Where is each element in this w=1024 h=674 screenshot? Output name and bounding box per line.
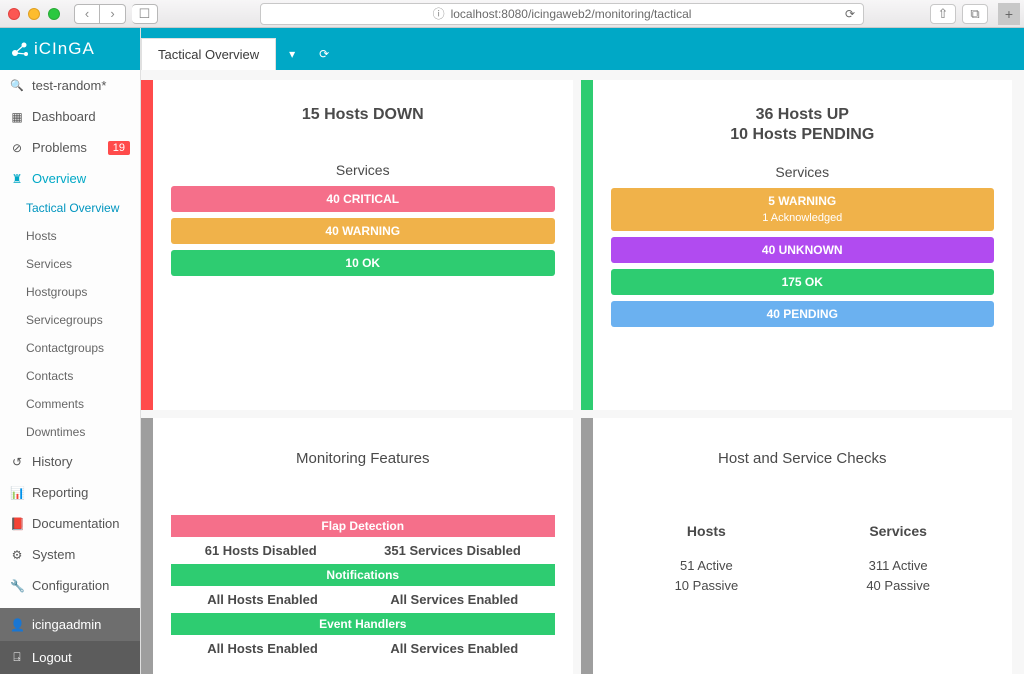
tab-dropdown[interactable]: ▾ xyxy=(276,38,308,70)
checks-services-col: Services 311 Active 40 Passive xyxy=(866,521,930,595)
book-icon: 📕 xyxy=(10,517,24,531)
hosts-down-title[interactable]: 15 Hosts DOWN xyxy=(171,106,555,124)
checks-hosts-col: Hosts 51 Active 10 Passive xyxy=(675,521,739,595)
problems-badge: 19 xyxy=(108,141,130,155)
address-bar[interactable]: ⓘ localhost:8080/icingaweb2/monitoring/t… xyxy=(260,3,864,25)
nav-documentation[interactable]: 📕 Documentation xyxy=(0,508,140,539)
info-icon: ⓘ xyxy=(433,5,445,22)
maximize-window[interactable] xyxy=(48,8,60,20)
url-text: localhost:8080/icingaweb2/monitoring/tac… xyxy=(451,7,692,21)
minimize-window[interactable] xyxy=(28,8,40,20)
close-window[interactable] xyxy=(8,8,20,20)
tab-tactical-overview[interactable]: Tactical Overview xyxy=(141,38,276,70)
services-warning-ack[interactable]: 5 WARNING 1 Acknowledged xyxy=(611,188,995,231)
flap-services[interactable]: 351 Services Disabled xyxy=(384,543,521,558)
subnav-contactgroups[interactable]: Contactgroups xyxy=(0,334,140,362)
nav-history[interactable]: ↺ History xyxy=(0,446,140,477)
block-icon: ⊘ xyxy=(10,141,24,155)
sitemap-icon: ♜ xyxy=(10,172,24,186)
status-edge-gray xyxy=(141,418,153,674)
flap-detection-bar[interactable]: Flap Detection xyxy=(171,515,555,537)
logo-icon xyxy=(10,39,30,59)
panel-monitoring-features: Monitoring Features Flap Detection 61 Ho… xyxy=(141,418,573,674)
tab-refresh[interactable]: ⟳ xyxy=(308,38,340,70)
subnav-hosts[interactable]: Hosts xyxy=(0,222,140,250)
browser-chrome: ‹ › ☐ ⓘ localhost:8080/icingaweb2/monito… xyxy=(0,0,1024,28)
tab-bar: Tactical Overview ▾ ⟳ xyxy=(141,28,1024,70)
nav-problems[interactable]: ⊘ Problems 19 xyxy=(0,132,140,163)
brand-logo[interactable]: iCInGA xyxy=(0,28,140,70)
services-ok-up[interactable]: 175 OK xyxy=(611,269,995,295)
main-area: Tactical Overview ▾ ⟳ 15 Hosts DOWN Serv… xyxy=(141,28,1024,674)
logout-row[interactable]: ⍈ Logout xyxy=(0,641,140,674)
share-button[interactable]: ⇧ xyxy=(930,4,956,24)
tabs-button[interactable]: ⧉ xyxy=(962,4,988,24)
notif-services[interactable]: All Services Enabled xyxy=(390,592,518,607)
services-active[interactable]: 311 Active xyxy=(866,556,930,576)
services-critical[interactable]: 40 CRITICAL xyxy=(171,186,555,212)
wrench-icon: 🔧 xyxy=(10,579,24,593)
subnav-services[interactable]: Services xyxy=(0,250,140,278)
event-handlers-bar[interactable]: Event Handlers xyxy=(171,613,555,635)
subnav-downtimes[interactable]: Downtimes xyxy=(0,418,140,446)
status-edge-gray-2 xyxy=(581,418,593,674)
reload-icon[interactable]: ⟳ xyxy=(845,7,855,21)
services-passive[interactable]: 40 Passive xyxy=(866,576,930,596)
status-edge-up xyxy=(581,80,593,410)
notif-hosts[interactable]: All Hosts Enabled xyxy=(207,592,318,607)
logout-icon: ⍈ xyxy=(10,650,24,665)
subnav-hostgroups[interactable]: Hostgroups xyxy=(0,278,140,306)
services-heading-up: Services xyxy=(611,164,995,180)
panel-hosts-down: 15 Hosts DOWN Services 40 CRITICAL 40 WA… xyxy=(141,80,573,410)
monitoring-features-title: Monitoring Features xyxy=(171,450,555,467)
evh-services[interactable]: All Services Enabled xyxy=(390,641,518,656)
search-row[interactable]: 🔍 test-random* xyxy=(0,70,140,101)
chart-icon: 📊 xyxy=(10,486,24,500)
search-text: test-random* xyxy=(32,78,106,93)
panel-host-service-checks: Host and Service Checks Hosts 51 Active … xyxy=(581,418,1013,674)
services-pending[interactable]: 40 PENDING xyxy=(611,301,995,327)
subnav-contacts[interactable]: Contacts xyxy=(0,362,140,390)
user-icon: 👤 xyxy=(10,618,24,632)
nav-system[interactable]: ⚙ System xyxy=(0,539,140,570)
hosts-active[interactable]: 51 Active xyxy=(675,556,739,576)
flap-hosts[interactable]: 61 Hosts Disabled xyxy=(205,543,317,558)
forward-button[interactable]: › xyxy=(100,4,126,24)
history-icon: ↺ xyxy=(10,455,24,469)
new-tab-button[interactable]: + xyxy=(998,3,1020,25)
subnav-comments[interactable]: Comments xyxy=(0,390,140,418)
sidebar-toggle[interactable]: ☐ xyxy=(132,4,158,24)
subnav-tactical-overview[interactable]: Tactical Overview xyxy=(0,194,140,222)
window-controls xyxy=(8,8,60,20)
back-button[interactable]: ‹ xyxy=(74,4,100,24)
hosts-up-title[interactable]: 36 Hosts UP xyxy=(611,106,995,124)
services-unknown[interactable]: 40 UNKNOWN xyxy=(611,237,995,263)
nav-configuration[interactable]: 🔧 Configuration xyxy=(0,570,140,601)
notifications-bar[interactable]: Notifications xyxy=(171,564,555,586)
search-icon: 🔍 xyxy=(10,79,24,92)
hosts-pending-title[interactable]: 10 Hosts PENDING xyxy=(611,126,995,144)
services-heading: Services xyxy=(171,162,555,178)
hosts-passive[interactable]: 10 Passive xyxy=(675,576,739,596)
services-ok[interactable]: 10 OK xyxy=(171,250,555,276)
subnav-servicegroups[interactable]: Servicegroups xyxy=(0,306,140,334)
panel-hosts-up: 36 Hosts UP 10 Hosts PENDING Services 5 … xyxy=(581,80,1013,410)
sidebar: iCInGA 🔍 test-random* ▦ Dashboard ⊘ Prob… xyxy=(0,28,141,674)
user-row[interactable]: 👤 icingaadmin xyxy=(0,608,140,641)
nav-dashboard[interactable]: ▦ Dashboard xyxy=(0,101,140,132)
status-edge-down xyxy=(141,80,153,410)
nav-reporting[interactable]: 📊 Reporting xyxy=(0,477,140,508)
gears-icon: ⚙ xyxy=(10,548,24,562)
checks-title: Host and Service Checks xyxy=(611,450,995,467)
nav-overview[interactable]: ♜ Overview xyxy=(0,163,140,194)
grid-icon: ▦ xyxy=(10,110,24,124)
evh-hosts[interactable]: All Hosts Enabled xyxy=(207,641,318,656)
services-warning[interactable]: 40 WARNING xyxy=(171,218,555,244)
